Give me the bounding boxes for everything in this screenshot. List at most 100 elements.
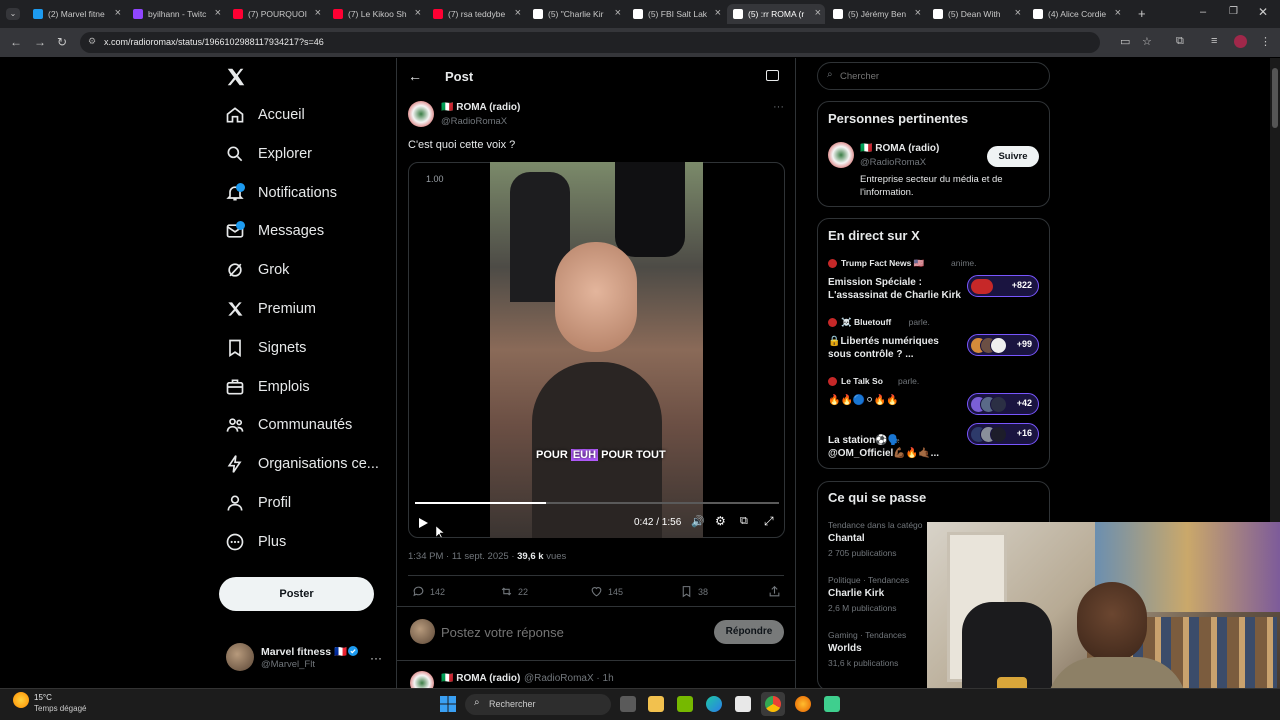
x-logo-icon[interactable] xyxy=(225,66,247,88)
reading-list-icon[interactable]: ≡ xyxy=(1211,35,1217,47)
nav-item-signets[interactable]: Signets xyxy=(225,334,306,362)
url-field[interactable]: ⚙ x.com/radioromax/status/19661029881179… xyxy=(80,32,1100,53)
play-icon[interactable] xyxy=(417,517,429,529)
close-tab-icon[interactable]: × xyxy=(715,7,721,19)
close-window-button[interactable]: ✕ xyxy=(1258,5,1268,19)
minimize-button[interactable]: – xyxy=(1200,6,1206,18)
relevant-handle[interactable]: @RadioRomaX xyxy=(860,157,926,168)
weather-desc[interactable]: Temps dégagé xyxy=(34,704,86,713)
nav-item-accueil[interactable]: Accueil xyxy=(225,101,305,129)
nav-item-organisations-ce[interactable]: Organisations ce... xyxy=(225,450,379,478)
store-icon[interactable] xyxy=(735,696,751,712)
forward-icon[interactable]: → xyxy=(34,35,46,49)
follow-button[interactable]: Suivre xyxy=(987,146,1039,167)
close-tab-icon[interactable]: × xyxy=(115,7,121,19)
reply-button[interactable]: Répondre xyxy=(714,620,784,644)
relevant-name[interactable]: 🇮🇹 ROMA (radio) xyxy=(860,143,939,154)
settings-icon[interactable]: ⚙ xyxy=(715,514,726,528)
search-input[interactable] xyxy=(840,69,1030,84)
reply-author-name[interactable]: 🇮🇹 ROMA (radio) xyxy=(441,673,520,684)
nav-item-communautés[interactable]: Communautés xyxy=(225,411,352,439)
video-frame[interactable] xyxy=(490,162,703,538)
task-view-icon[interactable] xyxy=(620,696,636,712)
listeners-pill[interactable]: +16 xyxy=(967,423,1039,445)
browser-tab[interactable]: (4) Alice Cordie × xyxy=(1027,4,1125,24)
caption-before: POUR xyxy=(536,449,571,461)
nvidia-icon[interactable] xyxy=(677,696,693,712)
app-icon[interactable] xyxy=(824,696,840,712)
scrollbar-thumb[interactable] xyxy=(1272,68,1278,128)
close-tab-icon[interactable]: × xyxy=(815,7,821,19)
listeners-pill[interactable]: +42 xyxy=(967,393,1039,415)
browser-tab[interactable]: (5) "Charlie Kir × xyxy=(527,4,625,24)
browser-tab[interactable]: (2) Marvel fitne × xyxy=(27,4,125,24)
browser-tab[interactable]: (5) FBI Salt Lak × xyxy=(627,4,725,24)
nav-item-premium[interactable]: Premium xyxy=(225,295,316,323)
browser-tab[interactable]: (5) :rr ROMA (r × xyxy=(727,4,825,24)
close-tab-icon[interactable]: × xyxy=(615,7,621,19)
playback-speed[interactable]: 1.00 xyxy=(426,174,444,184)
listeners-pill[interactable]: +822 xyxy=(967,275,1039,297)
firefox-icon[interactable] xyxy=(795,696,811,712)
account-menu-icon[interactable]: ··· xyxy=(370,651,382,665)
fullscreen-icon[interactable]: ⤢ xyxy=(764,514,774,529)
relevant-avatar[interactable] xyxy=(828,142,854,168)
listeners-pill[interactable]: +99 xyxy=(967,334,1039,356)
bookmark-count: 38 xyxy=(698,586,709,597)
tab-search-button[interactable]: ⌄ xyxy=(6,8,20,20)
reply-input[interactable] xyxy=(441,622,701,642)
taskbar-search[interactable]: ⌕ Rechercher xyxy=(465,694,611,715)
author-handle[interactable]: @RadioRomaX xyxy=(441,116,507,127)
close-tab-icon[interactable]: × xyxy=(1115,7,1121,19)
author-avatar[interactable] xyxy=(408,101,434,127)
reload-icon[interactable]: ↻ xyxy=(57,35,67,49)
browser-tab[interactable]: (5) Dean With × xyxy=(927,4,1025,24)
share-icon[interactable] xyxy=(768,585,781,598)
account-avatar[interactable] xyxy=(226,643,254,671)
nav-item-explorer[interactable]: Explorer xyxy=(225,140,312,168)
weather-temp[interactable]: 15°C xyxy=(34,693,52,702)
back-icon[interactable]: ← xyxy=(10,35,22,49)
close-tab-icon[interactable]: × xyxy=(915,7,921,19)
profile-avatar[interactable] xyxy=(1234,35,1247,48)
reply-action[interactable]: 142 xyxy=(412,585,445,598)
close-tab-icon[interactable]: × xyxy=(315,7,321,19)
chrome-icon[interactable] xyxy=(765,696,781,712)
author-name[interactable]: 🇮🇹 ROMA (radio) xyxy=(441,102,520,113)
browser-tab[interactable]: (7) Le Kikoo Sh × xyxy=(327,4,425,24)
browser-tab[interactable]: byilhann - Twitc × xyxy=(127,4,225,24)
close-tab-icon[interactable]: × xyxy=(515,7,521,19)
video-progress-track[interactable] xyxy=(415,502,779,504)
nav-item-plus[interactable]: Plus xyxy=(225,528,286,556)
new-tab-button[interactable]: + xyxy=(1138,6,1146,21)
restore-button[interactable]: ❐ xyxy=(1229,6,1238,17)
windows-start-icon[interactable] xyxy=(440,696,456,712)
like-action[interactable]: 145 xyxy=(590,585,623,598)
install-icon[interactable]: ▭ xyxy=(1120,35,1130,48)
volume-icon[interactable]: 🔊 xyxy=(691,515,705,528)
back-arrow-icon[interactable]: ← xyxy=(408,68,422,84)
browser-tab[interactable]: (5) Jérémy Ben × xyxy=(827,4,925,24)
extensions-icon[interactable]: ⧉ xyxy=(1176,35,1184,48)
post-button[interactable]: Poster xyxy=(219,577,374,611)
close-tab-icon[interactable]: × xyxy=(215,7,221,19)
repost-action[interactable]: 22 xyxy=(500,585,528,598)
star-icon[interactable]: ☆ xyxy=(1142,35,1152,48)
weather-icon[interactable] xyxy=(13,692,29,708)
reader-mode-icon[interactable] xyxy=(766,70,779,81)
browser-tab[interactable]: (7) rsa teddybe × xyxy=(427,4,525,24)
post-menu-icon[interactable]: ··· xyxy=(773,101,784,113)
close-tab-icon[interactable]: × xyxy=(1015,7,1021,19)
browser-menu-icon[interactable]: ⋮ xyxy=(1260,35,1271,48)
pip-icon[interactable]: ⧉ xyxy=(740,515,748,528)
bookmark-action[interactable]: 38 xyxy=(680,585,708,598)
nav-item-grok[interactable]: Grok xyxy=(225,256,289,284)
browser-tab[interactable]: (7) POURQUOI × xyxy=(227,4,325,24)
nav-item-emplois[interactable]: Emplois xyxy=(225,373,310,401)
site-info-icon[interactable]: ⚙ xyxy=(88,36,96,47)
file-explorer-icon[interactable] xyxy=(648,696,664,712)
edge-icon[interactable] xyxy=(706,696,722,712)
close-tab-icon[interactable]: × xyxy=(415,7,421,19)
search-box[interactable]: ⌕ xyxy=(817,62,1050,90)
nav-item-profil[interactable]: Profil xyxy=(225,489,291,517)
